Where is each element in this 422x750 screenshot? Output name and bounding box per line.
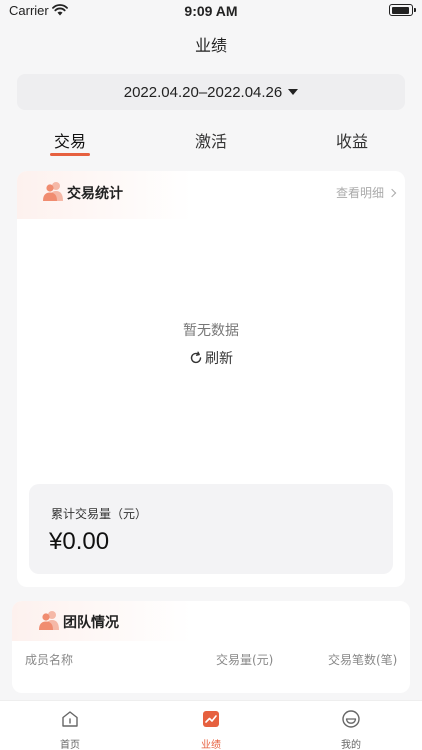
tab-trade[interactable]: 交易 — [40, 128, 100, 152]
smile-icon — [342, 710, 360, 728]
battery-icon — [389, 4, 416, 16]
cumulative-volume-box: 累计交易量（元） ¥0.00 — [29, 484, 393, 574]
page-title: 业绩 — [194, 36, 227, 55]
tabbar-label-mine: 我的 — [341, 740, 361, 750]
tabbar-label-home: 首页 — [60, 740, 80, 750]
caret-down-icon — [288, 89, 299, 95]
refresh-button[interactable]: 刷新 — [17, 348, 405, 368]
trade-stats-title: 交易统计 — [67, 186, 123, 202]
clock: 9:09 AM — [184, 3, 238, 19]
tabbar-item-mine[interactable]: 我的 — [311, 701, 391, 750]
active-tab-indicator — [50, 153, 90, 156]
performance-page: Carrier 9:09 AM 业绩 2022.04.20–2022.04.26… — [0, 0, 422, 750]
team-card: 团队情况 成员名称 交易量(元) 交易笔数(笔) — [12, 601, 410, 693]
tabbar-item-performance[interactable]: 业绩 — [171, 701, 251, 750]
tabbar-item-home[interactable]: 首页 — [30, 701, 110, 750]
chevron-right-icon — [387, 188, 397, 197]
bottom-tab-bar: 首页 业绩 我的 — [0, 700, 422, 750]
status-bar: Carrier 9:09 AM — [0, 0, 422, 22]
date-range-label: 2022.04.20–2022.04.26 — [123, 83, 283, 101]
column-header-volume: 交易量(元) — [216, 653, 274, 667]
tab-bar-top: 交易 激活 收益 — [0, 128, 422, 158]
cumulative-volume-value: ¥0.00 — [49, 528, 110, 555]
view-details-link[interactable]: 查看明细 — [335, 184, 397, 201]
date-range-selector[interactable]: 2022.04.20–2022.04.26 — [17, 74, 405, 110]
people-icon — [39, 611, 59, 630]
chart-icon — [203, 711, 219, 727]
refresh-icon — [190, 351, 202, 364]
view-details-label: 查看明细 — [335, 186, 384, 200]
team-card-title: 团队情况 — [63, 615, 119, 631]
tab-activation[interactable]: 激活 — [181, 128, 241, 152]
trade-stats-card: 交易统计 查看明细 暂无数据 刷新 累计交易量（元） ¥0.00 — [17, 171, 405, 587]
cumulative-volume-label: 累计交易量（元） — [51, 507, 148, 521]
people-icon — [43, 182, 63, 201]
column-header-member: 成员名称 — [25, 653, 74, 667]
tabbar-label-performance: 业绩 — [201, 740, 221, 750]
refresh-label: 刷新 — [205, 351, 233, 367]
tab-income[interactable]: 收益 — [322, 128, 382, 152]
column-header-count: 交易笔数(笔) — [328, 653, 398, 667]
empty-state-text: 暂无数据 — [183, 323, 239, 339]
home-icon — [62, 711, 78, 727]
